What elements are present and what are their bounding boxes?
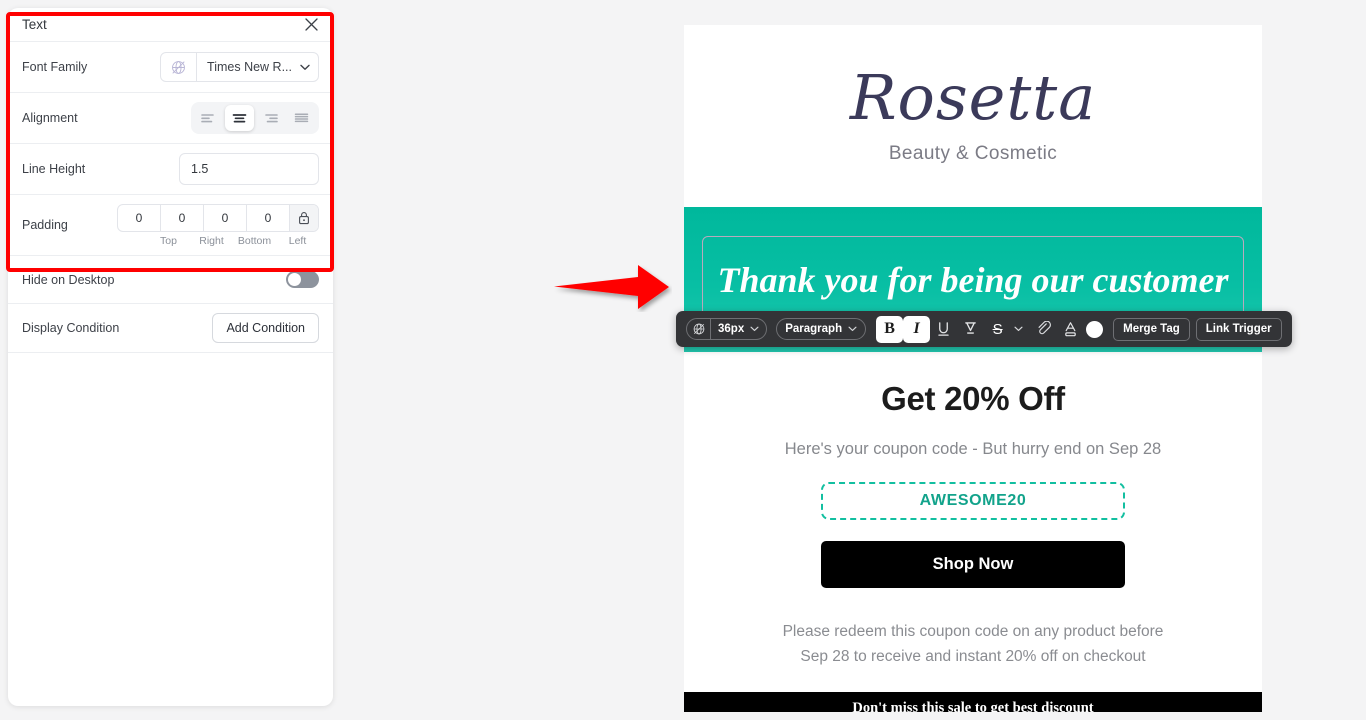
padding-inputs: 0 0 0 0 [117, 203, 319, 232]
strikethrough-button[interactable]: S [984, 316, 1011, 343]
page-title: Text [22, 17, 47, 32]
block-type-select[interactable]: Paragraph [776, 318, 867, 340]
email-preview-canvas: Rosetta Beauty & Cosmetic Thank you for … [684, 25, 1262, 712]
align-left-icon[interactable] [194, 105, 223, 131]
padding-bottom-input[interactable]: 0 [204, 204, 247, 231]
banner-headline[interactable]: Thank you for being our customer [717, 253, 1228, 307]
text-color-icon[interactable] [1057, 316, 1084, 343]
brand-logo: Rosetta [849, 61, 1097, 134]
padding-group: 0 0 0 0 Top Right Bottom Left [117, 203, 319, 247]
offer-subline[interactable]: Here's your coupon code - But hurry end … [704, 440, 1242, 459]
font-family-value: Times New R... [207, 60, 292, 74]
bold-button[interactable]: B [876, 315, 904, 343]
email-footer-bar: Don't miss this sale to get best discoun… [684, 692, 1262, 712]
brand-tagline: Beauty & Cosmetic [888, 143, 1058, 164]
merge-tag-button[interactable]: Merge Tag [1113, 317, 1190, 341]
toggle-knob [288, 273, 301, 286]
padding-left-input[interactable]: 0 [247, 204, 290, 231]
italic-button[interactable]: I [903, 315, 931, 343]
row-padding: Padding 0 0 0 0 Top Right Bottom Left [8, 195, 333, 256]
chevron-down-icon [750, 323, 759, 335]
font-family-select[interactable]: Times New R... [197, 53, 318, 81]
row-alignment: Alignment [8, 93, 333, 144]
font-size-control[interactable]: 36px [686, 318, 768, 340]
fineprint-line-1: Please redeem this coupon code on any pr… [782, 623, 1164, 640]
shop-now-button[interactable]: Shop Now [821, 541, 1125, 588]
email-logo-block: Rosetta Beauty & Cosmetic [684, 25, 1262, 207]
font-family-label: Font Family [22, 60, 88, 74]
padding-label-bottom: Bottom [237, 234, 272, 247]
line-height-label: Line Height [22, 162, 86, 176]
row-line-height: Line Height 1.5 [8, 144, 333, 195]
text-settings-panel: Text Font Family Times New R... Alignmen… [8, 8, 333, 706]
link-trigger-button[interactable]: Link Trigger [1195, 317, 1282, 341]
color-swatch[interactable] [1086, 320, 1104, 338]
fineprint-text[interactable]: Please redeem this coupon code on any pr… [704, 619, 1242, 669]
padding-label: Padding [22, 218, 68, 232]
hide-on-desktop-toggle[interactable] [286, 271, 319, 288]
fineprint-line-2: Sep 28 to receive and instant 20% off on… [800, 648, 1146, 666]
link-icon[interactable] [1030, 316, 1057, 343]
padding-right-input[interactable]: 0 [161, 204, 204, 231]
screen: Text Font Family Times New R... Alignmen… [0, 0, 1366, 720]
rich-text-toolbar: 36px Paragraph B I S Merge Tag Link Trig… [676, 311, 1292, 347]
padding-top-input[interactable]: 0 [118, 204, 161, 231]
align-right-icon[interactable] [256, 105, 285, 131]
alignment-label: Alignment [22, 111, 78, 125]
chevron-down-icon[interactable] [1011, 316, 1025, 343]
align-center-icon[interactable] [225, 105, 254, 131]
hide-on-desktop-label: Hide on Desktop [22, 272, 115, 287]
close-icon[interactable] [301, 15, 321, 35]
padding-label-top: Top [160, 234, 177, 247]
bold-label: B [884, 320, 895, 337]
add-condition-button[interactable]: Add Condition [212, 313, 319, 343]
padding-label-right: Right [199, 234, 224, 247]
row-display-condition: Display Condition Add Condition [8, 304, 333, 353]
padding-side-labels: Top Right Bottom Left [147, 235, 319, 247]
offer-headline[interactable]: Get 20% Off [704, 380, 1242, 418]
highlighter-icon[interactable] [957, 316, 984, 343]
italic-label: I [913, 320, 920, 337]
footer-text[interactable]: Don't miss this sale to get best discoun… [852, 700, 1093, 712]
email-body-block: Get 20% Off Here's your coupon code - Bu… [684, 352, 1262, 669]
chevron-down-icon [300, 60, 310, 74]
shop-now-label: Shop Now [932, 555, 1014, 573]
lock-icon[interactable] [290, 204, 318, 231]
block-type-value: Paragraph [785, 323, 843, 335]
line-height-value: 1.5 [191, 162, 209, 176]
chevron-down-icon [848, 323, 857, 335]
padding-label-left: Left [288, 234, 307, 247]
display-condition-label: Display Condition [22, 321, 120, 335]
font-size-value: 36px [718, 323, 745, 335]
globe-slash-icon[interactable] [161, 53, 198, 81]
row-hide-on-desktop: Hide on Desktop [8, 256, 333, 304]
underline-button[interactable] [930, 316, 957, 343]
arrow-annotation [552, 262, 672, 317]
globe-slash-icon[interactable] [687, 319, 711, 339]
strikethrough-label: S [992, 320, 1003, 338]
line-height-input[interactable]: 1.5 [179, 153, 319, 185]
font-family-control[interactable]: Times New R... [160, 52, 319, 82]
panel-header: Text [8, 8, 333, 42]
alignment-group [191, 102, 319, 134]
coupon-code-box[interactable]: AWESOME20 [821, 482, 1125, 520]
align-justify-icon[interactable] [287, 105, 316, 131]
font-size-select[interactable]: 36px [711, 319, 766, 339]
coupon-code-text: AWESOME20 [919, 492, 1027, 509]
row-font-family: Font Family Times New R... [8, 42, 333, 93]
